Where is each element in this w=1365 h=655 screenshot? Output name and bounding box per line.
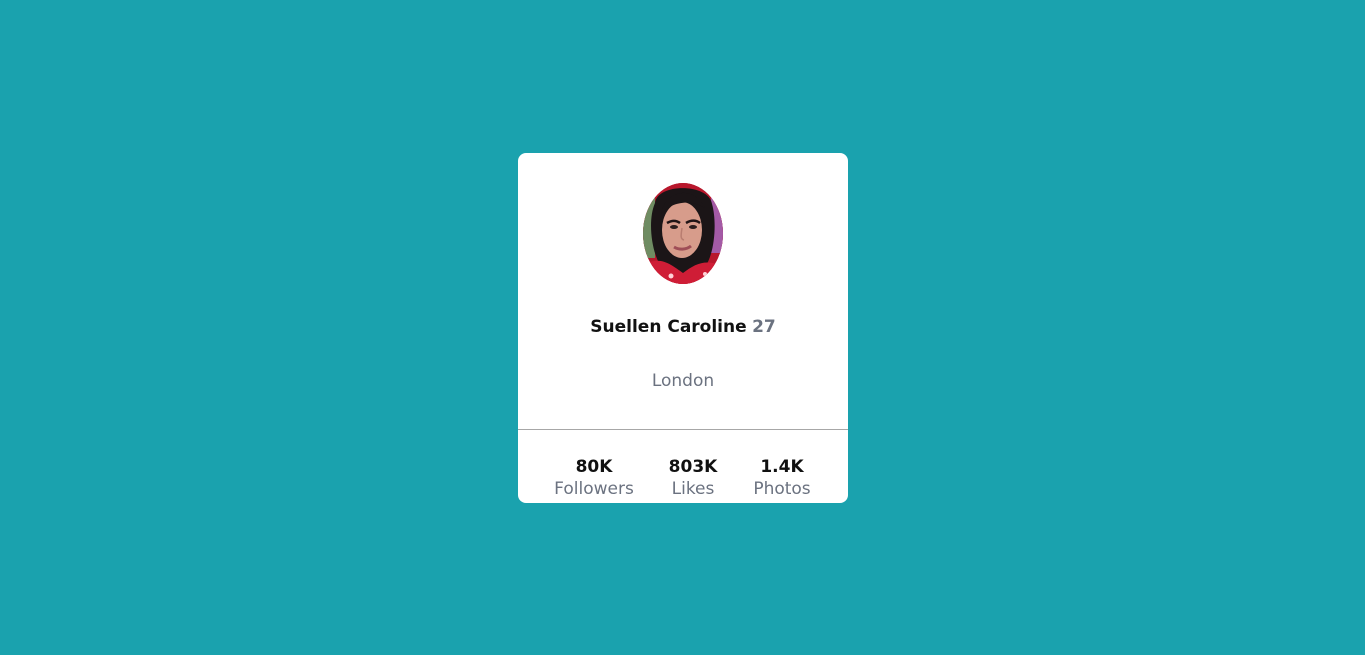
profile-location: London [651,371,715,391]
followers-label: Followers [554,479,634,499]
divider [518,429,848,430]
profile-card: Suellen Caroline 27 London 80K Followers… [518,153,848,503]
photos-label: Photos [753,479,811,499]
likes-label: Likes [671,479,715,499]
likes-count: 803K [668,457,718,477]
profile-age: 27 [752,317,776,337]
profile-name-line: Suellen Caroline 27 [518,316,848,338]
followers-stat: 80K Followers [554,456,634,500]
likes-stat: 803K Likes [666,456,720,500]
profile-name: Suellen Caroline [590,317,747,337]
followers-count: 80K [575,457,613,477]
photos-count: 1.4K [760,457,804,477]
photos-stat: 1.4K Photos [751,456,813,500]
avatar [643,183,723,284]
